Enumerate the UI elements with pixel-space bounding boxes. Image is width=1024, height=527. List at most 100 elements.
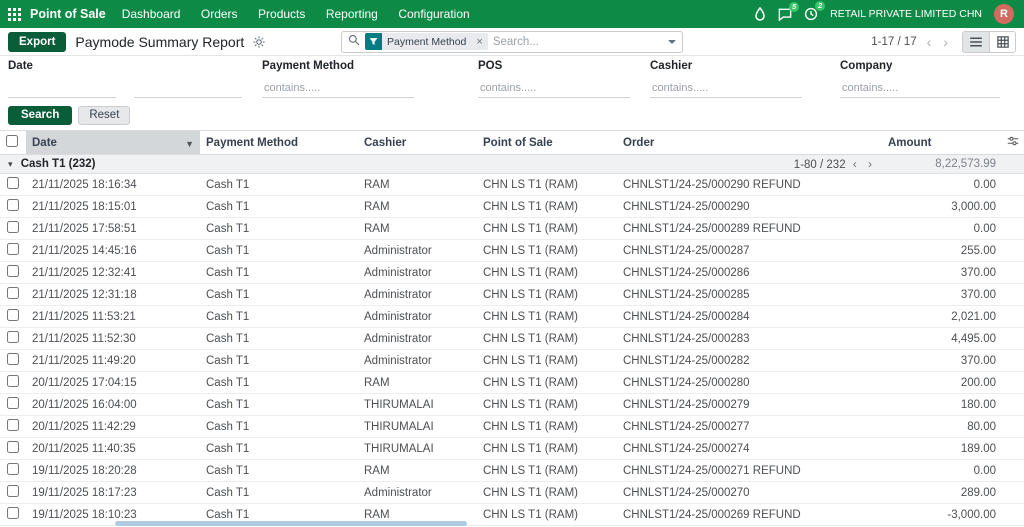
group-pager-next[interactable]: ›	[864, 157, 876, 171]
select-all-checkbox[interactable]	[6, 135, 18, 147]
messages-icon[interactable]: 5	[778, 1, 800, 21]
apps-menu-icon[interactable]	[8, 7, 21, 21]
row-checkbox-cell[interactable]	[0, 459, 26, 482]
menu-dashboard[interactable]: Dashboard	[122, 7, 181, 21]
row-checkbox[interactable]	[7, 375, 19, 387]
table-row[interactable]: 21/11/2025 17:58:51 Cash T1 RAM CHN LS T1 (…	[0, 217, 1024, 240]
row-checkbox[interactable]	[7, 177, 19, 189]
row-checkbox-cell[interactable]	[0, 195, 26, 218]
row-checkbox-cell[interactable]	[0, 173, 26, 196]
row-checkbox-cell[interactable]	[0, 239, 26, 262]
pivot-view-button[interactable]	[989, 31, 1015, 52]
row-checkbox-cell[interactable]	[0, 503, 26, 526]
table-row[interactable]: 19/11/2025 18:17:23 Cash T1 Administrator C…	[0, 481, 1024, 504]
row-checkbox-cell[interactable]	[0, 327, 26, 350]
table-row[interactable]: 21/11/2025 18:15:01 Cash T1 RAM CHN LS T1 (…	[0, 195, 1024, 218]
menu-configuration[interactable]: Configuration	[398, 7, 469, 21]
cell-amount: 200.00	[882, 371, 1002, 394]
row-checkbox[interactable]	[7, 485, 19, 497]
menu-products[interactable]: Products	[258, 7, 305, 21]
payment-method-input[interactable]	[262, 82, 414, 98]
horizontal-scrollbar[interactable]	[115, 521, 467, 526]
row-checkbox[interactable]	[7, 463, 19, 475]
row-checkbox[interactable]	[7, 419, 19, 431]
table-row[interactable]: 21/11/2025 11:49:20 Cash T1 Administrator C…	[0, 349, 1024, 372]
table-row[interactable]: 21/11/2025 12:32:41 Cash T1 Administrator C…	[0, 261, 1024, 284]
row-checkbox[interactable]	[7, 507, 19, 519]
table-row[interactable]: 21/11/2025 11:53:21 Cash T1 Administrator C…	[0, 305, 1024, 328]
row-checkbox[interactable]	[7, 309, 19, 321]
table-row[interactable]: 21/11/2025 14:45:16 Cash T1 Administrator C…	[0, 239, 1024, 262]
date-from-input[interactable]	[8, 82, 116, 98]
row-checkbox-cell[interactable]	[0, 393, 26, 416]
row-checkbox-cell[interactable]	[0, 349, 26, 372]
activities-clock-icon[interactable]: 2	[804, 1, 826, 21]
cashier-input[interactable]	[650, 82, 802, 98]
cell-date: 21/11/2025 18:15:01	[26, 195, 200, 218]
row-checkbox[interactable]	[7, 353, 19, 365]
cell-order: CHNLST1/24-25/000285	[617, 283, 882, 306]
row-checkbox-cell[interactable]	[0, 437, 26, 460]
cell-order: CHNLST1/24-25/000290 REFUND	[617, 173, 882, 196]
table-row[interactable]: 20/11/2025 11:42:29 Cash T1 THIRUMALAI CHN …	[0, 415, 1024, 438]
group-row[interactable]: ▾ Cash T1 (232) 1-80 / 232 ‹ › 8,22,573.…	[0, 154, 1024, 174]
row-checkbox[interactable]	[7, 441, 19, 453]
group-pager-range: 1-80 / 232	[793, 159, 846, 171]
group-pager-previous[interactable]: ‹	[849, 157, 861, 171]
pos-input[interactable]	[478, 82, 630, 98]
column-header-order[interactable]: Order	[617, 131, 882, 155]
cell-date: 20/11/2025 16:04:00	[26, 393, 200, 416]
table-row[interactable]: 21/11/2025 18:16:34 Cash T1 RAM CHN LS T1 (…	[0, 173, 1024, 196]
row-checkbox[interactable]	[7, 287, 19, 299]
row-checkbox-cell[interactable]	[0, 371, 26, 394]
app-name[interactable]: Point of Sale	[30, 7, 106, 21]
row-checkbox-cell[interactable]	[0, 481, 26, 504]
action-gear-icon[interactable]	[253, 35, 265, 48]
filter-reset-button[interactable]: Reset	[78, 106, 131, 125]
filter-search-button[interactable]: Search	[8, 106, 73, 125]
column-header-payment-method[interactable]: Payment Method	[200, 131, 358, 155]
table-row[interactable]: 19/11/2025 18:20:28 Cash T1 RAM CHN LS T1 (…	[0, 459, 1024, 482]
select-all-cell[interactable]	[0, 131, 26, 155]
group-toggle-icon[interactable]: ▾	[8, 159, 13, 169]
column-header-point-of-sale[interactable]: Point of Sale	[477, 131, 617, 155]
date-to-input[interactable]	[134, 82, 243, 98]
table-row[interactable]: 20/11/2025 17:04:15 Cash T1 RAM CHN LS T1 (…	[0, 371, 1024, 394]
search-dropdown-toggle[interactable]	[662, 32, 682, 52]
row-checkbox-cell[interactable]	[0, 217, 26, 240]
row-spacer	[1002, 349, 1024, 372]
row-checkbox[interactable]	[7, 265, 19, 277]
company-switcher[interactable]: RETAIL PRIVATE LIMITED CHN	[830, 8, 982, 20]
cell-cashier: Administrator	[358, 261, 477, 284]
search-input[interactable]	[487, 35, 662, 48]
menu-orders[interactable]: Orders	[201, 7, 238, 21]
company-input[interactable]	[840, 82, 1000, 98]
row-checkbox-cell[interactable]	[0, 283, 26, 306]
optional-columns-cell[interactable]	[1002, 131, 1024, 155]
list-view-button[interactable]	[963, 31, 989, 52]
row-checkbox-cell[interactable]	[0, 305, 26, 328]
table-row[interactable]: 20/11/2025 11:40:35 Cash T1 THIRUMALAI CHN …	[0, 437, 1024, 460]
pager-next-button[interactable]: ›	[939, 35, 952, 49]
row-checkbox[interactable]	[7, 243, 19, 255]
table-row[interactable]: 21/11/2025 12:31:18 Cash T1 Administrator C…	[0, 283, 1024, 306]
table-row[interactable]: 20/11/2025 16:04:00 Cash T1 THIRUMALAI CHN …	[0, 393, 1024, 416]
column-header-amount[interactable]: Amount	[882, 131, 1002, 155]
row-checkbox-cell[interactable]	[0, 415, 26, 438]
pager-previous-button[interactable]: ‹	[923, 35, 936, 49]
facet-remove-icon[interactable]: ×	[471, 36, 487, 48]
row-checkbox[interactable]	[7, 331, 19, 343]
menu-reporting[interactable]: Reporting	[326, 7, 378, 21]
user-avatar[interactable]: R	[994, 4, 1014, 24]
table-row[interactable]: 21/11/2025 11:52:30 Cash T1 Administrator C…	[0, 327, 1024, 350]
row-checkbox[interactable]	[7, 221, 19, 233]
export-button[interactable]: Export	[8, 31, 67, 52]
search-facet-payment-method[interactable]: Payment Method ×	[365, 33, 488, 50]
row-checkbox[interactable]	[7, 199, 19, 211]
row-checkbox-cell[interactable]	[0, 261, 26, 284]
row-checkbox[interactable]	[7, 397, 19, 409]
droplet-icon[interactable]	[754, 7, 766, 21]
column-header-cashier[interactable]: Cashier	[358, 131, 477, 155]
column-header-date[interactable]: Date ▼	[26, 131, 200, 155]
cell-amount: 2,021.00	[882, 305, 1002, 328]
